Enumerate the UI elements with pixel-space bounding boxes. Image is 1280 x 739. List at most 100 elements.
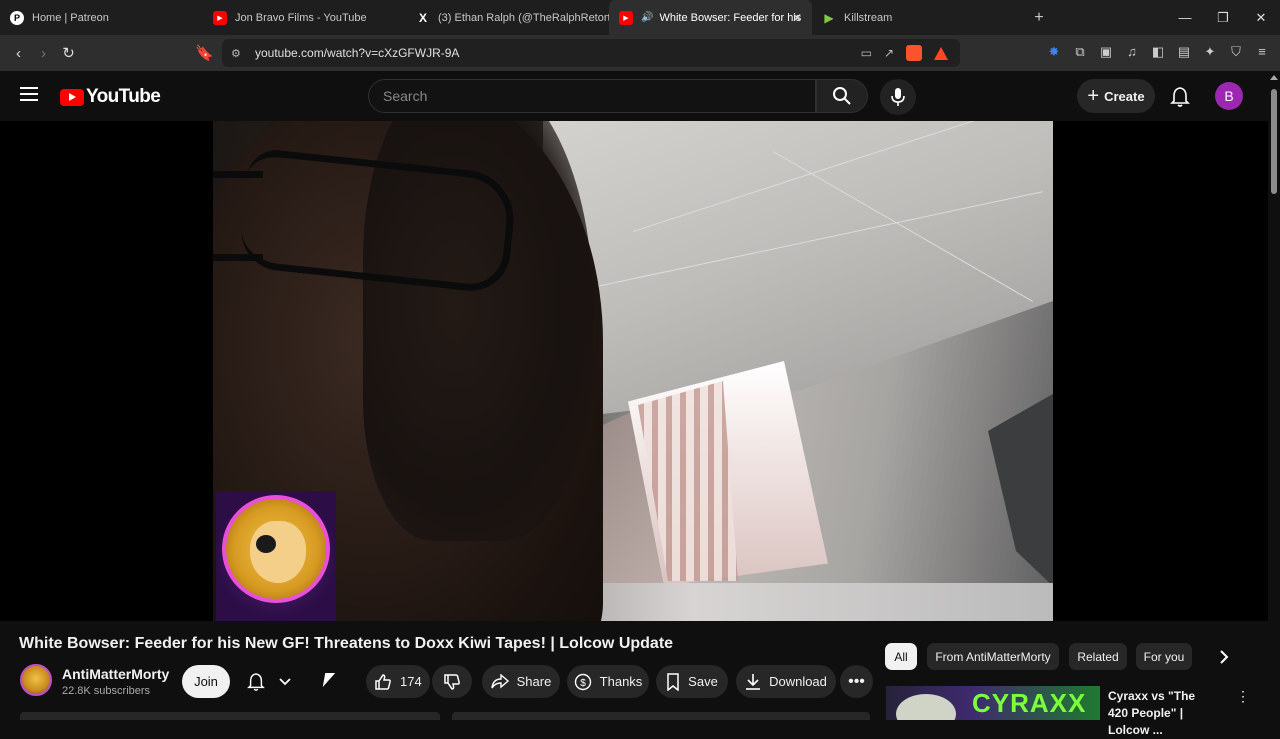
guide-menu-icon[interactable] <box>20 87 38 105</box>
browser-toolbar: ‹ › ↻ 🔖 ⚙ youtube.com/watch?v=cXzGFWJR-9… <box>0 35 1280 71</box>
youtube-masthead: YouTube + Create B <box>0 71 1280 121</box>
close-tab-icon[interactable]: ✕ <box>792 11 802 25</box>
bookmark-icon[interactable]: 🔖 <box>192 44 217 62</box>
plus-icon: + <box>1087 84 1100 107</box>
super-thanks-icon: $ <box>574 673 591 690</box>
thumbs-up-icon <box>375 673 391 690</box>
brave-rewards-icon[interactable] <box>934 46 948 60</box>
extensions-icon[interactable]: ⧉ <box>1072 44 1088 60</box>
subscription-notifications-button[interactable] <box>240 665 298 698</box>
chip-related[interactable]: Related <box>1069 643 1127 670</box>
tab-label: White Bowser: Feeder for his <box>659 11 802 24</box>
tab-killstream[interactable]: ▶ Killstream <box>812 0 1015 35</box>
restore-icon[interactable]: ❐ <box>1204 10 1242 26</box>
media-icon[interactable]: ♫ <box>1124 44 1140 60</box>
url-bar[interactable]: ⚙ youtube.com/watch?v=cXzGFWJR-9A ▭ ↗ <box>222 39 960 67</box>
like-button[interactable]: 174 <box>366 665 430 698</box>
notifications-button[interactable] <box>1170 86 1190 113</box>
search-input[interactable] <box>369 80 789 112</box>
chevron-down-icon <box>279 677 291 685</box>
channel-watermark-logo <box>222 495 330 603</box>
close-window-icon[interactable]: ✕ <box>1242 10 1280 26</box>
share-button[interactable]: Share <box>482 665 560 698</box>
recommendation-thumbnail[interactable]: CYRAXX <box>886 686 1100 720</box>
create-button[interactable]: + Create <box>1077 79 1155 113</box>
youtube-icon: ▶ <box>213 10 227 25</box>
back-icon[interactable]: ‹ <box>6 45 31 62</box>
tab-patreon[interactable]: P Home | Patreon <box>0 0 203 35</box>
forward-icon[interactable]: › <box>31 45 56 62</box>
video-dark-corner <box>988 391 1053 591</box>
reload-icon[interactable]: ↻ <box>56 44 81 62</box>
join-button[interactable]: Join <box>182 665 230 698</box>
download-button[interactable]: Download <box>736 665 836 698</box>
site-info-icon[interactable]: ⚙ <box>231 47 241 60</box>
rumble-icon: ▶ <box>824 10 834 25</box>
youtube-play-icon <box>60 88 84 106</box>
download-label: Download <box>769 674 827 689</box>
channel-name[interactable]: AntiMatterMorty <box>62 666 169 682</box>
leo-ai-icon[interactable]: ✦ <box>1202 44 1218 60</box>
bell-icon <box>247 672 265 691</box>
account-avatar[interactable]: B <box>1215 82 1243 110</box>
youtube-logo-text: YouTube <box>86 86 161 107</box>
browser-tab-bar: P Home | Patreon ▶ Jon Bravo Films - You… <box>0 0 1280 35</box>
more-horizontal-icon: ••• <box>848 672 865 690</box>
url-actions: ▭ ↗ <box>861 45 948 61</box>
search-box <box>368 79 816 113</box>
share-page-icon[interactable]: ↗ <box>884 46 894 60</box>
tab-white-bowser[interactable]: ▶ 🔊 White Bowser: Feeder for his ✕ <box>609 0 812 35</box>
create-label: Create <box>1104 88 1145 104</box>
bell-icon <box>1170 87 1190 107</box>
chevron-right-icon[interactable] <box>1219 650 1229 667</box>
minimize-icon[interactable]: — <box>1166 10 1204 25</box>
thanks-button[interactable]: $ Thanks <box>567 665 649 698</box>
recommendation-title[interactable]: Cyraxx vs "The 420 People" | Lolcow ... <box>1108 688 1218 739</box>
wallet-icon[interactable]: ▤ <box>1176 44 1192 60</box>
more-actions-button[interactable]: ••• <box>840 665 873 698</box>
tab-ethan-ralph[interactable]: X (3) Ethan Ralph (@TheRalphRetort) / <box>406 0 609 35</box>
x-icon: X <box>418 10 427 25</box>
recommendation-thumb-text: CYRAXX <box>972 688 1087 718</box>
url-text[interactable]: youtube.com/watch?v=cXzGFWJR-9A <box>255 46 459 60</box>
youtube-icon: ▶ <box>619 10 633 25</box>
sidebar-icon[interactable]: ◧ <box>1150 44 1166 60</box>
more-vertical-icon[interactable]: ⋮ <box>1236 688 1250 705</box>
youtube-logo[interactable]: YouTube <box>60 86 161 108</box>
search-button[interactable] <box>816 79 868 113</box>
extension-toolbar: ✸ ⧉ ▣ ♫ ◧ ▤ ✦ ⛉ ≡ <box>1046 44 1270 60</box>
menu-icon[interactable]: ≡ <box>1254 44 1270 60</box>
search-icon <box>833 87 851 105</box>
new-tab-button[interactable]: + <box>1025 9 1053 27</box>
voice-search-button[interactable] <box>880 79 916 115</box>
channel-avatar[interactable] <box>20 664 52 696</box>
subscriber-count: 22.8K subscribers <box>62 685 151 697</box>
tab-label: Jon Bravo Films - YouTube <box>235 11 367 24</box>
description-box-edge <box>20 712 440 720</box>
chip-all[interactable]: All <box>885 643 917 670</box>
channel-watermark[interactable] <box>216 491 336 621</box>
window-controls: — ❐ ✕ <box>1166 0 1280 35</box>
speaker-icon[interactable]: 🔊 <box>641 12 653 23</box>
patreon-icon: P <box>10 10 24 25</box>
video-player[interactable] <box>0 121 1268 621</box>
chip-for-you[interactable]: For you <box>1136 643 1192 670</box>
scroll-up-icon[interactable] <box>1270 75 1278 80</box>
chip-from-channel[interactable]: From AntiMatterMorty <box>927 643 1059 670</box>
page-scrollbar[interactable] <box>1268 71 1280 720</box>
brave-shields-icon[interactable] <box>906 45 922 61</box>
save-button[interactable]: Save <box>656 665 728 698</box>
scrollbar-thumb[interactable] <box>1271 89 1277 194</box>
description-box-edge <box>452 712 870 720</box>
screenshot-icon[interactable]: ▣ <box>1098 44 1114 60</box>
bookmark-icon <box>667 672 679 691</box>
vpn-icon[interactable]: ✸ <box>1046 44 1062 60</box>
dislike-button[interactable] <box>432 665 472 698</box>
cast-icon[interactable]: ▭ <box>861 46 872 60</box>
share-label: Share <box>516 674 552 689</box>
share-icon <box>490 673 509 689</box>
tab-jon-bravo[interactable]: ▶ Jon Bravo Films - YouTube <box>203 0 406 35</box>
vpn-shield-icon[interactable]: ⛉ <box>1228 44 1244 60</box>
video-frame[interactable] <box>213 121 1053 621</box>
like-count: 174 <box>400 674 422 689</box>
